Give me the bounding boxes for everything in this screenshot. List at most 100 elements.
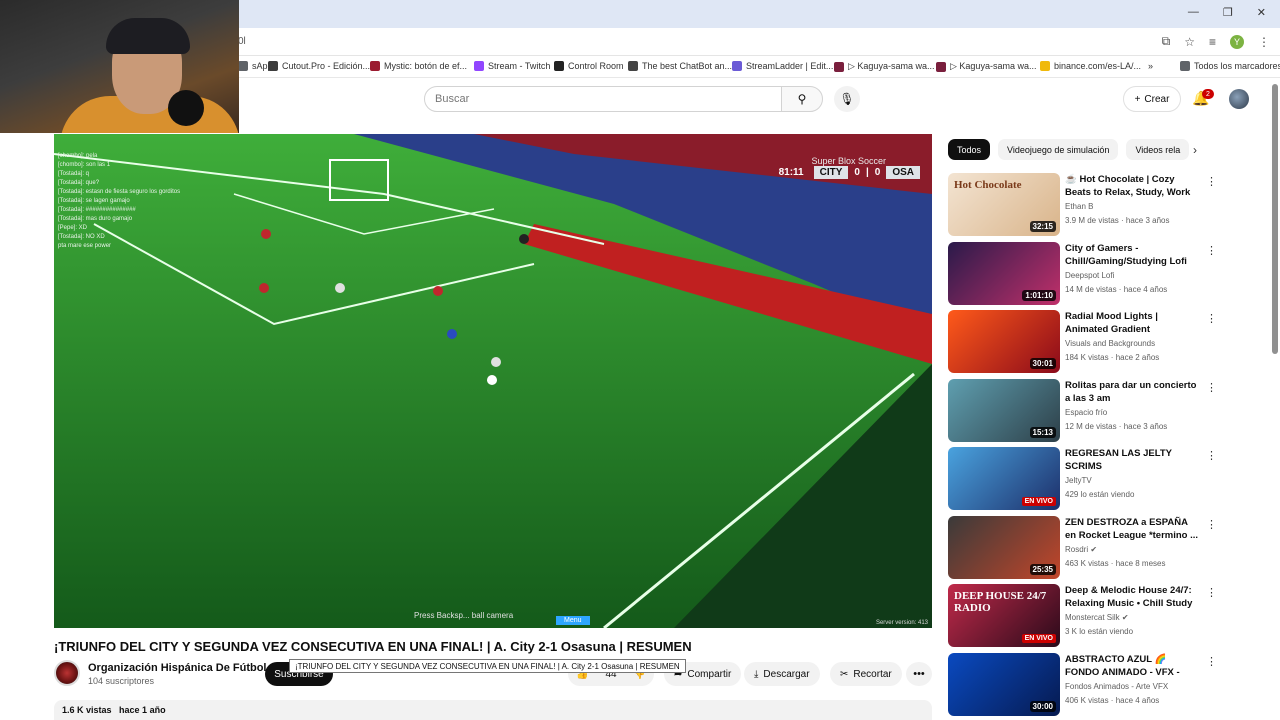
more-vertical-icon[interactable]: ⋮ [1206, 312, 1217, 325]
account-avatar[interactable] [1229, 89, 1249, 109]
search-icon: ⚲ [797, 92, 807, 106]
minimize-icon[interactable]: — [1188, 6, 1199, 19]
video-thumbnail[interactable]: 30:01 [948, 310, 1060, 373]
video-thumbnail[interactable]: Hot Chocolate 32:15 [948, 173, 1060, 236]
channel-name: Fondos Animados - Arte VFX [1065, 681, 1169, 691]
bookmark-item[interactable]: Cutout.Pro - Edición... [268, 61, 370, 71]
more-vertical-icon[interactable]: ⋮ [1206, 655, 1217, 668]
more-vertical-icon[interactable]: ⋮ [1206, 586, 1217, 599]
bookmark-item[interactable]: Control Room [554, 61, 624, 71]
video-title[interactable]: Deep & Melodic House 24/7: Relaxing Musi… [1065, 584, 1201, 610]
chat-line: [chombo]: son las 1 [58, 162, 111, 168]
video-title[interactable]: ☕ Hot Chocolate | Cozy Beats to Relax, S… [1065, 173, 1201, 199]
bookmark-label: Stream - Twitch [488, 61, 551, 71]
video-title[interactable]: Radial Mood Lights | Animated Gradient B… [1065, 310, 1201, 336]
video-thumbnail[interactable]: 30:00 [948, 652, 1060, 716]
bookmark-item[interactable]: Mystic: botón de ef... [370, 61, 467, 71]
more-vertical-icon[interactable]: ⋮ [1206, 518, 1217, 531]
plus-icon: + [1134, 93, 1141, 105]
chat-line: [Tostada]: q [58, 171, 90, 177]
more-vertical-icon[interactable]: ⋮ [1206, 381, 1217, 394]
recommended-video[interactable]: 30:01 Radial Mood Lights | Animated Gradi… [948, 310, 1218, 374]
filter-chip[interactable]: Videos rela [1126, 139, 1190, 160]
chevron-right-icon[interactable]: › [1193, 143, 1197, 157]
microphone [168, 90, 204, 126]
bookmark-label: binance.com/es-LA/... [1054, 61, 1142, 71]
more-vertical-icon[interactable]: ⋮ [1206, 175, 1217, 188]
recommended-video[interactable]: EN VIVO REGRESAN LAS JELTY SCRIMS JeltyTV 4… [948, 447, 1218, 511]
bookmark-label: Control Room [568, 61, 624, 71]
mic-icon: 🎙 [839, 92, 855, 106]
video-title[interactable]: City of Gamers - Chill/Gaming/Studying L… [1065, 242, 1201, 268]
media-control-icon[interactable]: ≡ [1209, 35, 1216, 49]
bookmark-star-icon[interactable]: ☆ [1184, 35, 1195, 49]
bookmark-label: StreamLadder | Edit... [746, 61, 834, 71]
channel-name: Ethan B [1065, 202, 1094, 211]
restore-icon[interactable]: ❐ [1223, 6, 1233, 19]
bookmark-label: Cutout.Pro - Edición... [282, 61, 371, 71]
video-meta: 3.9 M de vistas · hace 3 años [1065, 216, 1170, 225]
video-title[interactable]: Rolitas para dar un concierto a las 3 am [1065, 379, 1201, 405]
video-title[interactable]: ZEN DESTROZA a ESPAÑA en Rocket League *… [1065, 516, 1201, 542]
channel-avatar[interactable] [54, 660, 80, 686]
video-thumbnail[interactable]: 1:01:10 [948, 241, 1060, 305]
bookmark-item[interactable]: The best ChatBot an... [628, 61, 732, 71]
close-icon[interactable]: ✕ [1257, 6, 1266, 19]
description-box[interactable]: 1.6 K vistas hace 1 año [54, 700, 932, 720]
voice-search-button[interactable]: 🎙 [834, 86, 860, 112]
bookmark-item[interactable]: Stream - Twitch [474, 61, 550, 71]
video-thumbnail[interactable]: EN VIVO [948, 447, 1060, 510]
download-icon: ⤓ [754, 668, 759, 680]
recommended-video[interactable]: 25:35 ZEN DESTROZA a ESPAÑA en Rocket Lea… [948, 515, 1218, 580]
menu-dots-icon[interactable]: ⋮ [1258, 35, 1270, 49]
view-count: 1.6 K vistas [62, 705, 112, 715]
search-input[interactable]: Buscar [424, 86, 782, 112]
bookmark-item[interactable]: StreamLadder | Edit... [732, 61, 833, 71]
download-button[interactable]: ⤓ Descargar [744, 662, 820, 686]
more-actions-button[interactable]: ••• [906, 662, 932, 686]
bookmark-item[interactable]: binance.com/es-LA/... [1040, 61, 1141, 71]
recommended-video[interactable]: DEEP HOUSE 24/7 RADIO EN VIVO Deep & Melod… [948, 584, 1218, 648]
video-player[interactable]: Super Blox Soccer 81:11 CITY 0 | 0 OSA [… [54, 134, 932, 628]
recommended-video[interactable]: 15:13 Rolitas para dar un concierto a las… [948, 378, 1218, 443]
bookmark-item[interactable]: Todos los marcadores [1180, 61, 1280, 71]
filter-chip[interactable]: Videojuego de simulación [998, 139, 1119, 160]
bookmark-favicon-icon [1180, 61, 1190, 71]
video-meta: 406 K vistas · hace 4 años [1065, 695, 1160, 705]
recommended-video[interactable]: 1:01:10 City of Gamers - Chill/Gaming/Stu… [948, 241, 1218, 306]
search-button[interactable]: ⚲ [781, 86, 823, 112]
video-title[interactable]: REGRESAN LAS JELTY SCRIMS [1065, 447, 1201, 473]
more-vertical-icon[interactable]: ⋮ [1206, 449, 1217, 462]
bookmark-favicon-icon [1040, 61, 1050, 71]
video-thumbnail[interactable]: 15:13 [948, 378, 1060, 442]
duration-badge: 1:01:10 [1022, 289, 1056, 301]
bookmark-favicon-icon [268, 61, 278, 71]
duration-badge: 32:15 [1029, 221, 1056, 232]
chat-line: [Tostada]: NO XD [58, 234, 105, 240]
create-button[interactable]: + Crear [1123, 86, 1181, 112]
video-thumbnail[interactable]: DEEP HOUSE 24/7 RADIO EN VIVO [948, 584, 1060, 647]
window-controls: — ❐ ✕ [1188, 6, 1266, 19]
more-vertical-icon[interactable]: ⋮ [1206, 244, 1217, 257]
streamer-hair [106, 18, 190, 54]
game-title: Super Blox Soccer [811, 156, 886, 166]
install-app-icon[interactable]: ⧉ [1162, 34, 1171, 49]
video-title[interactable]: ABSTRACTO AZUL 🌈 FONDO ANIMADO - VFX - G… [1065, 653, 1201, 679]
url-text[interactable]: 0l [238, 36, 246, 47]
bookmark-item[interactable]: ▷ Kaguya-sama wa... [834, 61, 934, 72]
filter-chip[interactable]: Todos [948, 139, 991, 160]
address-bar-icons: ⧉ ☆ ≡ Y ⋮ [1162, 34, 1270, 49]
channel-name[interactable]: Organización Hispánica De Fútbol [88, 662, 266, 674]
duration-badge: 25:35 [1029, 563, 1056, 575]
bookmark-item[interactable]: ▷ Kaguya-sama wa... [936, 61, 1036, 72]
live-badge: EN VIVO [1021, 634, 1056, 643]
recommended-video[interactable]: 30:00 ABSTRACTO AZUL 🌈 FONDO ANIMADO - VF… [948, 652, 1218, 717]
profile-icon[interactable]: Y [1230, 34, 1244, 49]
bookmark-item[interactable]: » [1148, 61, 1153, 71]
recommended-video[interactable]: Hot Chocolate 32:15 ☕ Hot Chocolate | Cozy… [948, 173, 1218, 237]
scrollbar[interactable] [1272, 84, 1278, 354]
chat-line: pta mare ese power [58, 243, 112, 249]
clip-button[interactable]: ✂ Recortar [830, 662, 902, 686]
video-thumbnail[interactable]: 25:35 [948, 515, 1060, 579]
away-team: OSA [886, 166, 920, 179]
